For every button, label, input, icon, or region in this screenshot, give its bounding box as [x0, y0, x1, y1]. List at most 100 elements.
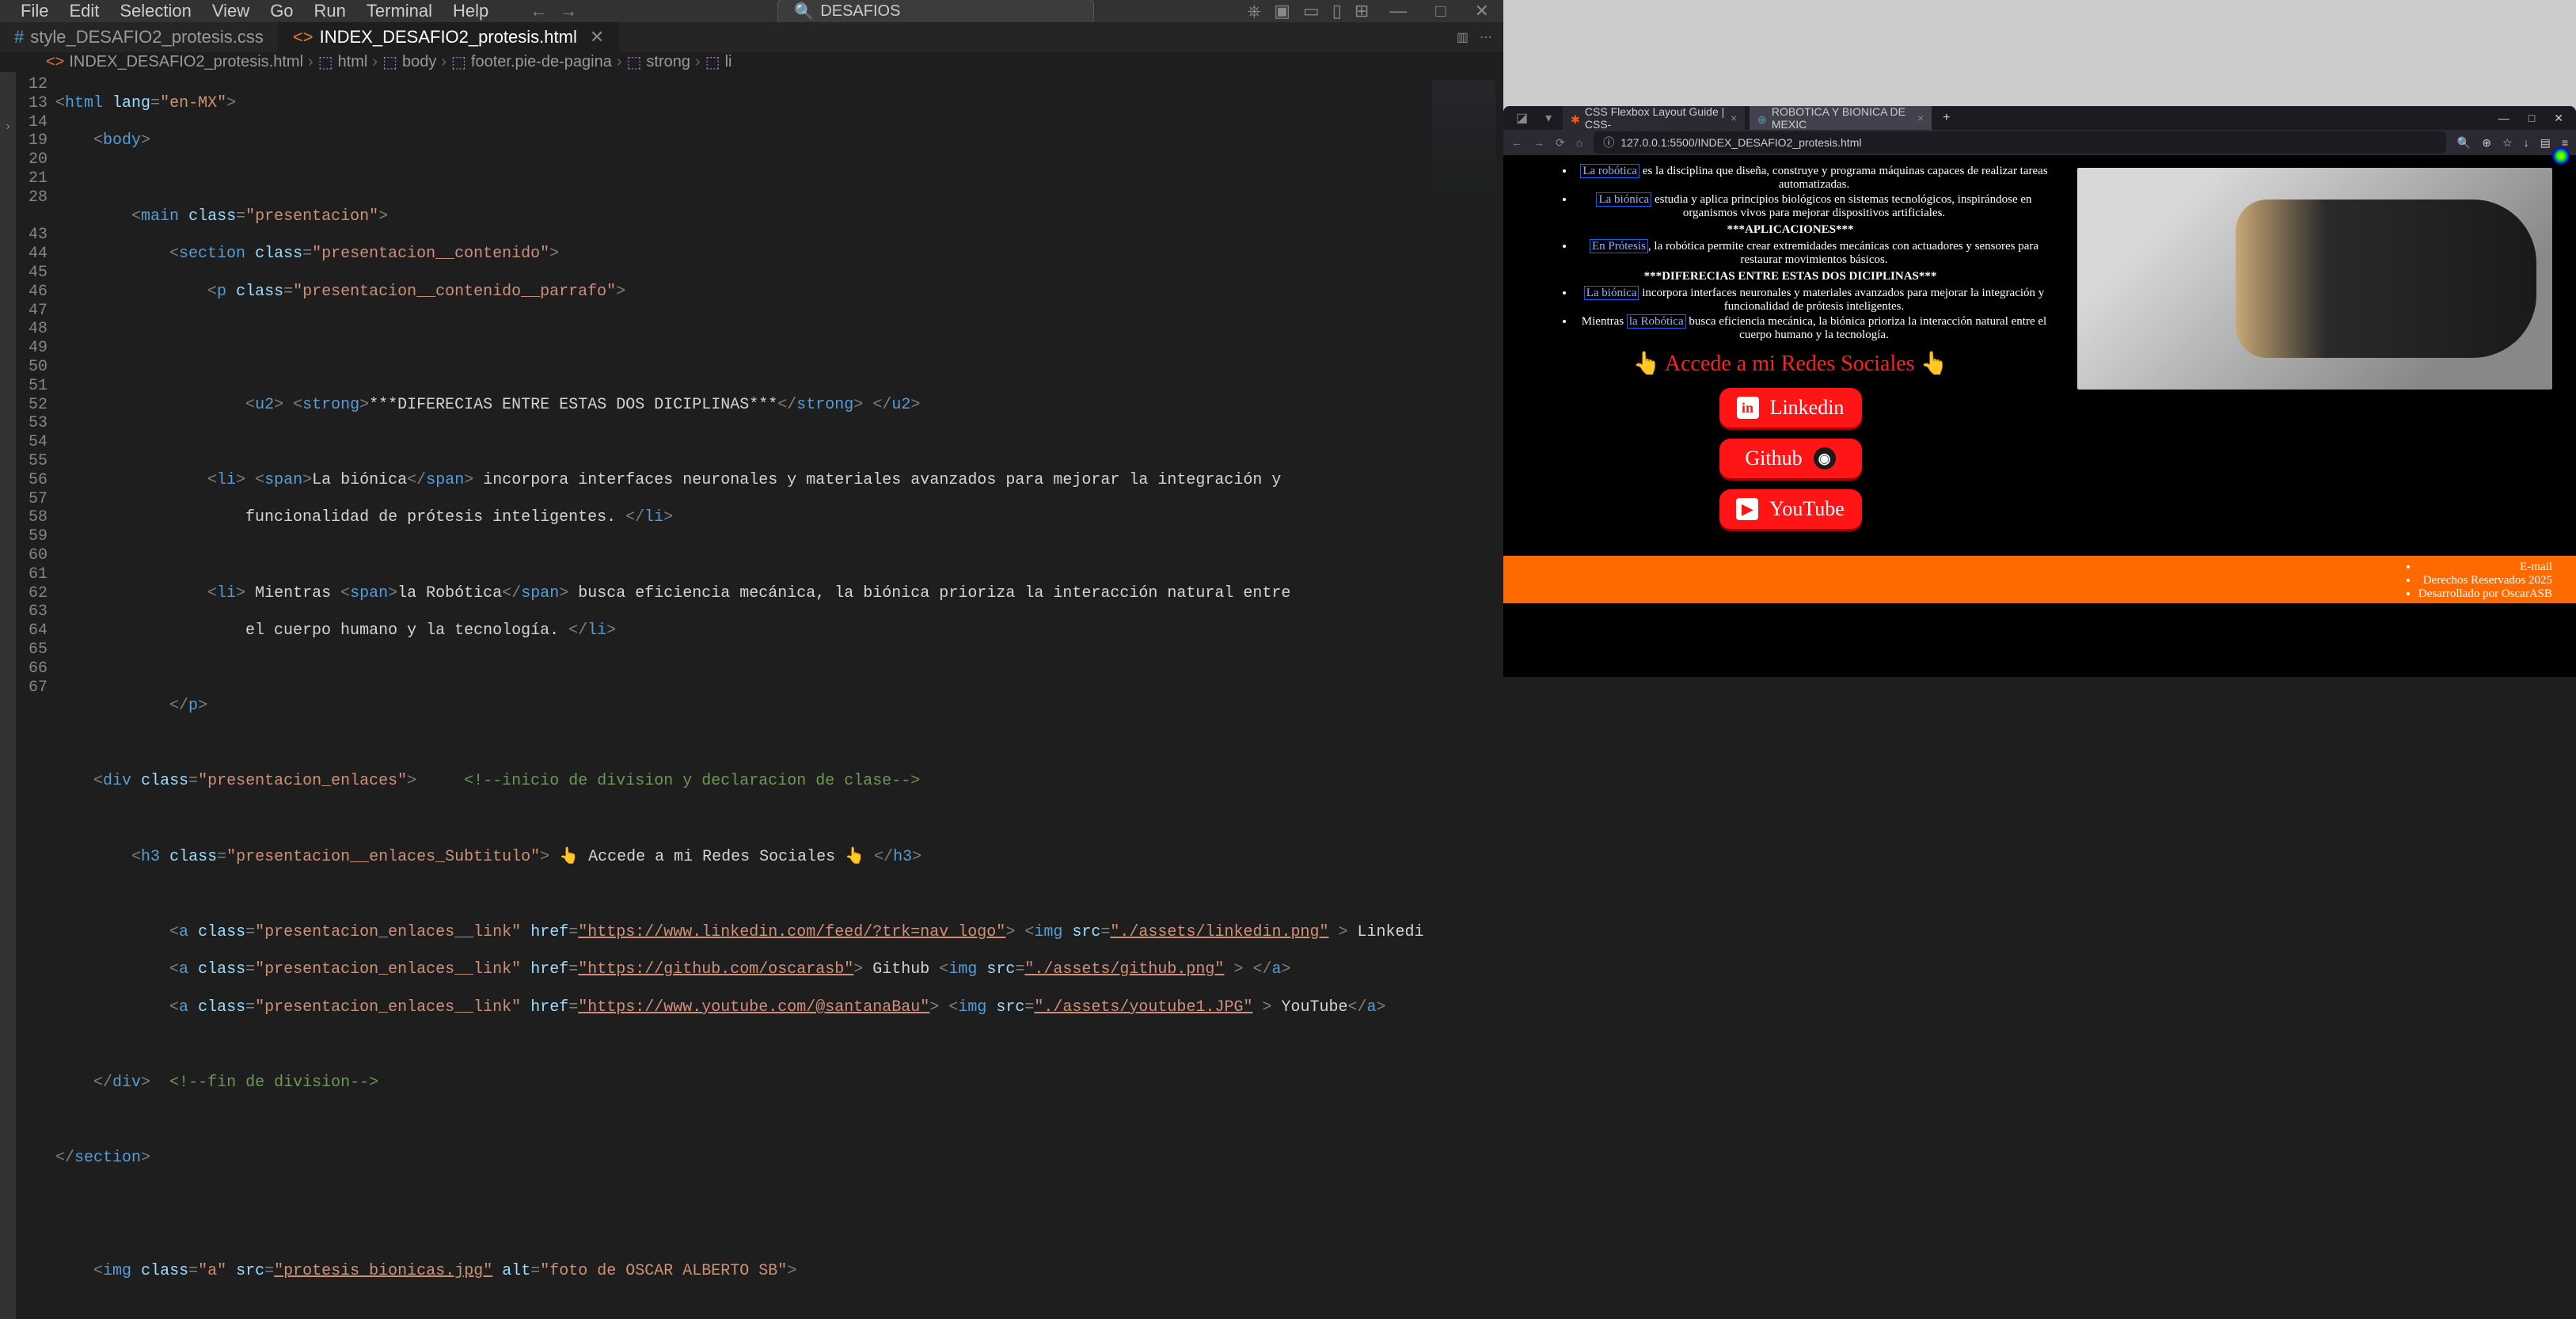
page-content[interactable]: La robótica es la disciplina que diseña,… — [1503, 155, 2576, 677]
line-number — [16, 207, 55, 226]
list-item: Mientras la Robótica busca eficiencia me… — [1575, 315, 2054, 342]
breadcrumb-html[interactable]: html — [338, 53, 368, 71]
menu-view[interactable]: View — [203, 0, 259, 25]
layout-right-icon[interactable]: ▯ — [1332, 1, 1342, 21]
chevron-right-icon: › — [441, 53, 446, 71]
menu-terminal[interactable]: Terminal — [357, 0, 442, 25]
extensions-icon[interactable]: ▤ — [2540, 136, 2551, 150]
breadcrumb-tag-icon: ⬚ — [627, 52, 642, 72]
layout-bottom-icon[interactable]: ▭ — [1303, 1, 1320, 21]
social-github-button[interactable]: Github ◉ — [1719, 439, 1862, 478]
line-number: 63 — [16, 602, 55, 621]
menu-file[interactable]: File — [11, 0, 58, 25]
tab-list-icon[interactable]: ▾ — [1539, 110, 1558, 126]
list-item: En Prótesis, la robótica permite crear e… — [1575, 240, 2054, 267]
tab-close-icon[interactable]: × — [1917, 112, 1924, 124]
list-item: La robótica es la disciplina que diseña,… — [1575, 165, 2054, 192]
line-number: 43 — [16, 226, 55, 245]
menu-help[interactable]: Help — [443, 0, 498, 25]
boxed-link[interactable]: la Robótica — [1627, 314, 1686, 329]
tab-close-icon[interactable]: × — [1731, 112, 1737, 124]
minimize-icon[interactable]: — — [2498, 112, 2510, 125]
pocket-icon[interactable]: ⊕ — [2482, 136, 2491, 150]
url-text: 127.0.0.1:5500/INDEX_DESAFIO2_protesis.h… — [1620, 136, 1861, 149]
line-number: 61 — [16, 565, 55, 584]
line-number: 44 — [16, 245, 55, 264]
editor-body: › 12 13 14 19 20 21 28 43 44 45 46 47 48… — [0, 72, 1503, 1319]
social-linkedin-button[interactable]: in Linkedin — [1719, 388, 1862, 428]
social-youtube-button[interactable]: ▶ YouTube — [1719, 489, 1862, 529]
nav-forward-icon[interactable]: → — [560, 1, 577, 21]
chevron-right-icon: › — [308, 53, 313, 71]
line-number: 66 — [16, 660, 55, 679]
section-title-apps: ***APLICACIONES*** — [1527, 223, 2054, 237]
btab-label: ROBOTICA Y BIONICA DE MEXIC — [1772, 106, 1913, 131]
browser-window: ◪ ▾ ✱ CSS Flexbox Layout Guide | CSS- × … — [1503, 106, 2576, 677]
firefox-view-icon[interactable]: ◪ — [1510, 110, 1534, 126]
nav-back-icon[interactable]: ← — [530, 1, 547, 21]
line-number: 52 — [16, 396, 55, 415]
breadcrumb-strong[interactable]: strong — [646, 53, 690, 71]
breadcrumb-tag-icon: ⬚ — [318, 52, 333, 72]
page-image-column — [2077, 155, 2576, 556]
footer-item[interactable]: E-mail — [2418, 561, 2552, 574]
more-actions-icon[interactable]: ⋯ — [1480, 29, 1492, 45]
tab-css[interactable]: # style_DESAFIO2_protesis.css — [0, 22, 279, 52]
copilot-icon[interactable]: ⎈ — [1248, 1, 1262, 21]
breadcrumb-body[interactable]: body — [402, 53, 436, 71]
menu-selection[interactable]: Selection — [110, 0, 201, 25]
reload-icon[interactable]: ⟳ — [1556, 136, 1565, 150]
chevron-right-icon[interactable]: › — [6, 120, 9, 134]
menu-go[interactable]: Go — [260, 0, 302, 25]
line-number: 60 — [16, 546, 55, 565]
breadcrumb[interactable]: <> INDEX_DESAFIO2_protesis.html › ⬚ html… — [0, 52, 1503, 72]
breadcrumb-li[interactable]: li — [725, 53, 732, 71]
layout-custom-icon[interactable]: ⊞ — [1354, 1, 1369, 21]
line-number: 65 — [16, 640, 55, 660]
titlebar: File Edit Selection View Go Run Terminal… — [0, 0, 1503, 22]
breadcrumb-footer[interactable]: footer.pie-de-pagina — [471, 53, 612, 71]
boxed-link[interactable]: En Prótesis — [1590, 239, 1648, 253]
close-icon[interactable]: ✕ — [2554, 112, 2563, 125]
line-number: 48 — [16, 320, 55, 339]
tab-actions: ▥ ⋯ — [1457, 29, 1503, 45]
home-icon[interactable]: ⌂ — [1576, 136, 1582, 149]
tab-close-icon[interactable]: ✕ — [590, 27, 604, 48]
zoom-icon[interactable]: 🔍 — [2457, 136, 2471, 150]
back-icon[interactable]: ← — [1511, 136, 1522, 149]
line-number: 62 — [16, 584, 55, 603]
code-editor[interactable]: <html lang="en-MX"> <body> <main class="… — [55, 72, 1424, 1319]
tab-html[interactable]: <> INDEX_DESAFIO2_protesis.html ✕ — [279, 22, 619, 52]
download-icon[interactable]: ↓ — [2524, 136, 2529, 150]
list-text: busca eficiencia mecánica, la biónica pr… — [1686, 315, 2047, 341]
breadcrumb-tag-icon: ⬚ — [705, 52, 720, 72]
taskbar-accent-icon[interactable] — [2552, 147, 2570, 165]
boxed-link[interactable]: La biónica — [1584, 286, 1639, 300]
browser-tabbar: ◪ ▾ ✱ CSS Flexbox Layout Guide | CSS- × … — [1503, 106, 2576, 130]
tab-html-label: INDEX_DESAFIO2_protesis.html — [320, 27, 577, 48]
menu-edit[interactable]: Edit — [59, 0, 108, 25]
new-tab-button[interactable]: + — [1936, 111, 1956, 125]
breadcrumb-file[interactable]: INDEX_DESAFIO2_protesis.html — [69, 53, 303, 71]
line-number: 49 — [16, 339, 55, 358]
command-center: 🔍 DESAFIOS — [625, 0, 1247, 24]
split-editor-icon[interactable]: ▥ — [1457, 29, 1468, 45]
menu-run[interactable]: Run — [305, 0, 355, 25]
prosthetic-shape — [2236, 200, 2536, 358]
bookmark-icon[interactable]: ☆ — [2502, 136, 2513, 150]
list-text: , la robótica permite crear extremidades… — [1648, 240, 2038, 266]
nav-arrows: ← → — [530, 1, 577, 21]
forward-icon[interactable]: → — [1533, 136, 1544, 149]
boxed-link[interactable]: La robótica — [1580, 164, 1639, 178]
line-number: 53 — [16, 414, 55, 433]
boxed-link[interactable]: La biónica — [1596, 192, 1651, 207]
layout-left-icon[interactable]: ▣ — [1274, 1, 1290, 21]
maximize-icon[interactable]: □ — [2529, 112, 2535, 125]
search-input[interactable]: 🔍 DESAFIOS — [777, 0, 1094, 24]
minimap[interactable] — [1424, 72, 1503, 1319]
chevron-right-icon: › — [617, 53, 622, 71]
url-input[interactable]: ⓘ 127.0.0.1:5500/INDEX_DESAFIO2_protesis… — [1594, 131, 2446, 154]
line-number: 50 — [16, 358, 55, 377]
titlebar-right-icons: ⎈ ▣ ▭ ▯ ⊞ — [1248, 1, 1376, 21]
social-label: Github — [1745, 447, 1802, 470]
